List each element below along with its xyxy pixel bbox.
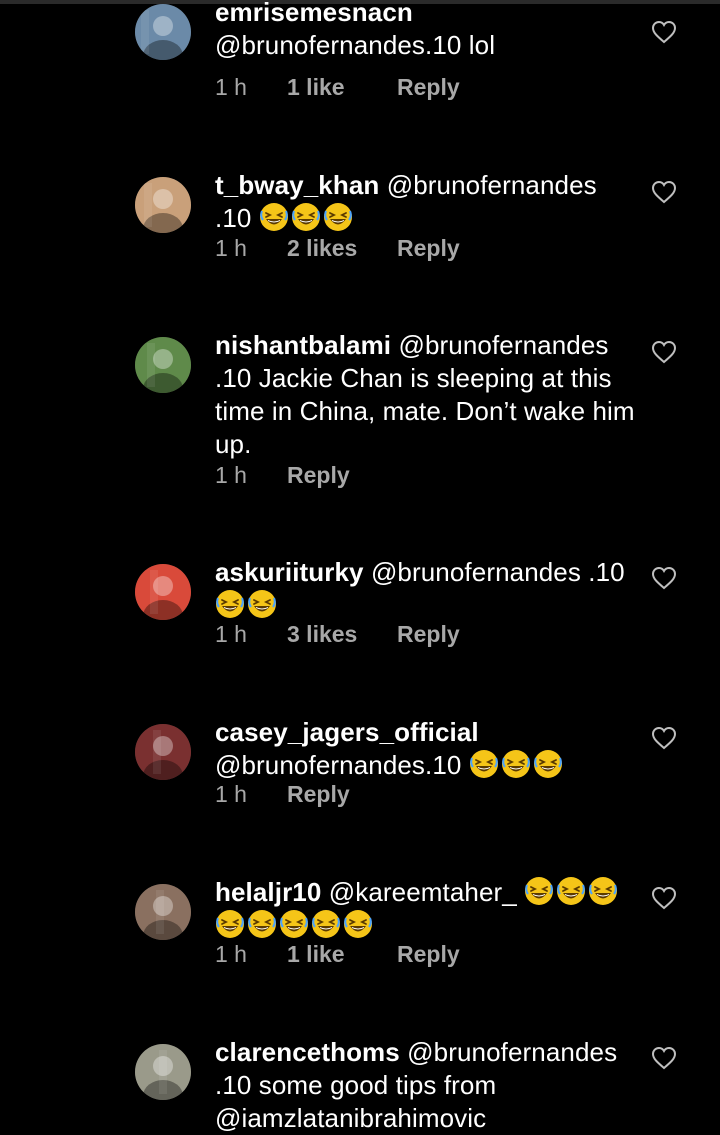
laughing-emoji-icon [280, 910, 308, 938]
comment-meta: 1 h 3 likes Reply [215, 619, 460, 649]
comment-body: helaljr10 @kareemtaher_ [215, 876, 635, 942]
avatar[interactable] [135, 724, 191, 780]
comment-text: @brunofernandes .10 [370, 557, 625, 587]
comment-timestamp: 1 h [215, 781, 247, 807]
comment-timestamp: 1 h [215, 74, 247, 100]
comment-meta: 1 h Reply [215, 460, 350, 490]
laughing-emoji-icon [344, 910, 372, 938]
comment-username[interactable]: nishantbalami [215, 330, 391, 360]
laughing-emoji-icon [557, 877, 586, 905]
reply-button[interactable]: Reply [397, 619, 460, 649]
comment-body: casey_jagers_official @brunofernandes.10 [215, 716, 635, 782]
comment-username[interactable]: askuriiturky [215, 557, 364, 587]
comment-timestamp: 1 h [215, 235, 247, 261]
like-heart-icon[interactable] [651, 340, 677, 364]
likes-count-link[interactable]: 1 like [287, 939, 397, 969]
comment-username[interactable]: helaljr10 [215, 877, 321, 907]
comment-timestamp: 1 h [215, 621, 247, 647]
laughing-emoji-icon [323, 203, 352, 231]
laughing-emoji-icon [248, 910, 276, 938]
laughing-emoji-icon [501, 750, 530, 778]
comment-body: askuriiturky @brunofernandes .10 [215, 556, 635, 622]
comment-username[interactable]: clarencethoms [215, 1037, 400, 1067]
laughing-emoji-icon [291, 203, 320, 231]
avatar[interactable] [135, 4, 191, 60]
reply-button[interactable]: Reply [397, 233, 460, 263]
comment-timestamp: 1 h [215, 941, 247, 967]
comment-username[interactable]: emrisemesnacn [215, 0, 413, 27]
laughing-emoji-icon [216, 590, 244, 618]
comment-timestamp: 1 h [215, 462, 247, 488]
like-heart-icon[interactable] [651, 886, 677, 910]
comment-meta: 1 h 2 likes Reply [215, 233, 460, 263]
like-heart-icon[interactable] [651, 726, 677, 750]
comment-username[interactable]: casey_jagers_official [215, 717, 479, 747]
comment-username[interactable]: t_bway_khan [215, 170, 379, 200]
reply-button[interactable]: Reply [397, 939, 460, 969]
laughing-emoji-icon [216, 910, 244, 938]
likes-count-link[interactable]: 1 like [287, 72, 397, 102]
laughing-emoji-icon [469, 750, 498, 778]
like-heart-icon[interactable] [651, 20, 677, 44]
comment-body: emrisemesnacn @brunofernandes.10 lol [215, 0, 635, 62]
comment-body: t_bway_khan @brunofernandes .10 [215, 169, 635, 235]
laughing-emoji-icon [248, 590, 276, 618]
like-heart-icon[interactable] [651, 1046, 677, 1070]
like-heart-icon[interactable] [651, 180, 677, 204]
comment-meta: 1 h 1 like Reply [215, 939, 460, 969]
laughing-emoji-icon [312, 910, 340, 938]
avatar[interactable] [135, 337, 191, 393]
avatar[interactable] [135, 884, 191, 940]
reply-button[interactable]: Reply [287, 460, 350, 490]
comment-text: @brunofernandes.10 [215, 750, 462, 780]
reply-button[interactable]: Reply [287, 779, 350, 809]
comment-body: clarencethoms @brunofernandes .10 some g… [215, 1036, 635, 1135]
avatar[interactable] [135, 564, 191, 620]
laughing-emoji-icon [525, 877, 554, 905]
laughing-emoji-icon [259, 203, 288, 231]
avatar[interactable] [135, 177, 191, 233]
comment-text: @brunofernandes.10 lol [215, 30, 496, 60]
avatar[interactable] [135, 1044, 191, 1100]
likes-count-link[interactable]: 2 likes [287, 233, 397, 263]
comment-meta: 1 h 1 like Reply [215, 72, 460, 102]
likes-count-link[interactable]: 3 likes [287, 619, 397, 649]
laughing-emoji-icon [533, 750, 562, 778]
comments-list: emrisemesnacn @brunofernandes.10 lol 1 h1… [0, 0, 720, 1133]
reply-button[interactable]: Reply [397, 72, 460, 102]
comment-text: @kareemtaher_ [328, 877, 517, 907]
comment-body: nishantbalami @brunofernandes .10 Jackie… [215, 329, 635, 461]
comment-meta: 1 h Reply [215, 779, 350, 809]
laughing-emoji-icon [589, 877, 618, 905]
like-heart-icon[interactable] [651, 566, 677, 590]
